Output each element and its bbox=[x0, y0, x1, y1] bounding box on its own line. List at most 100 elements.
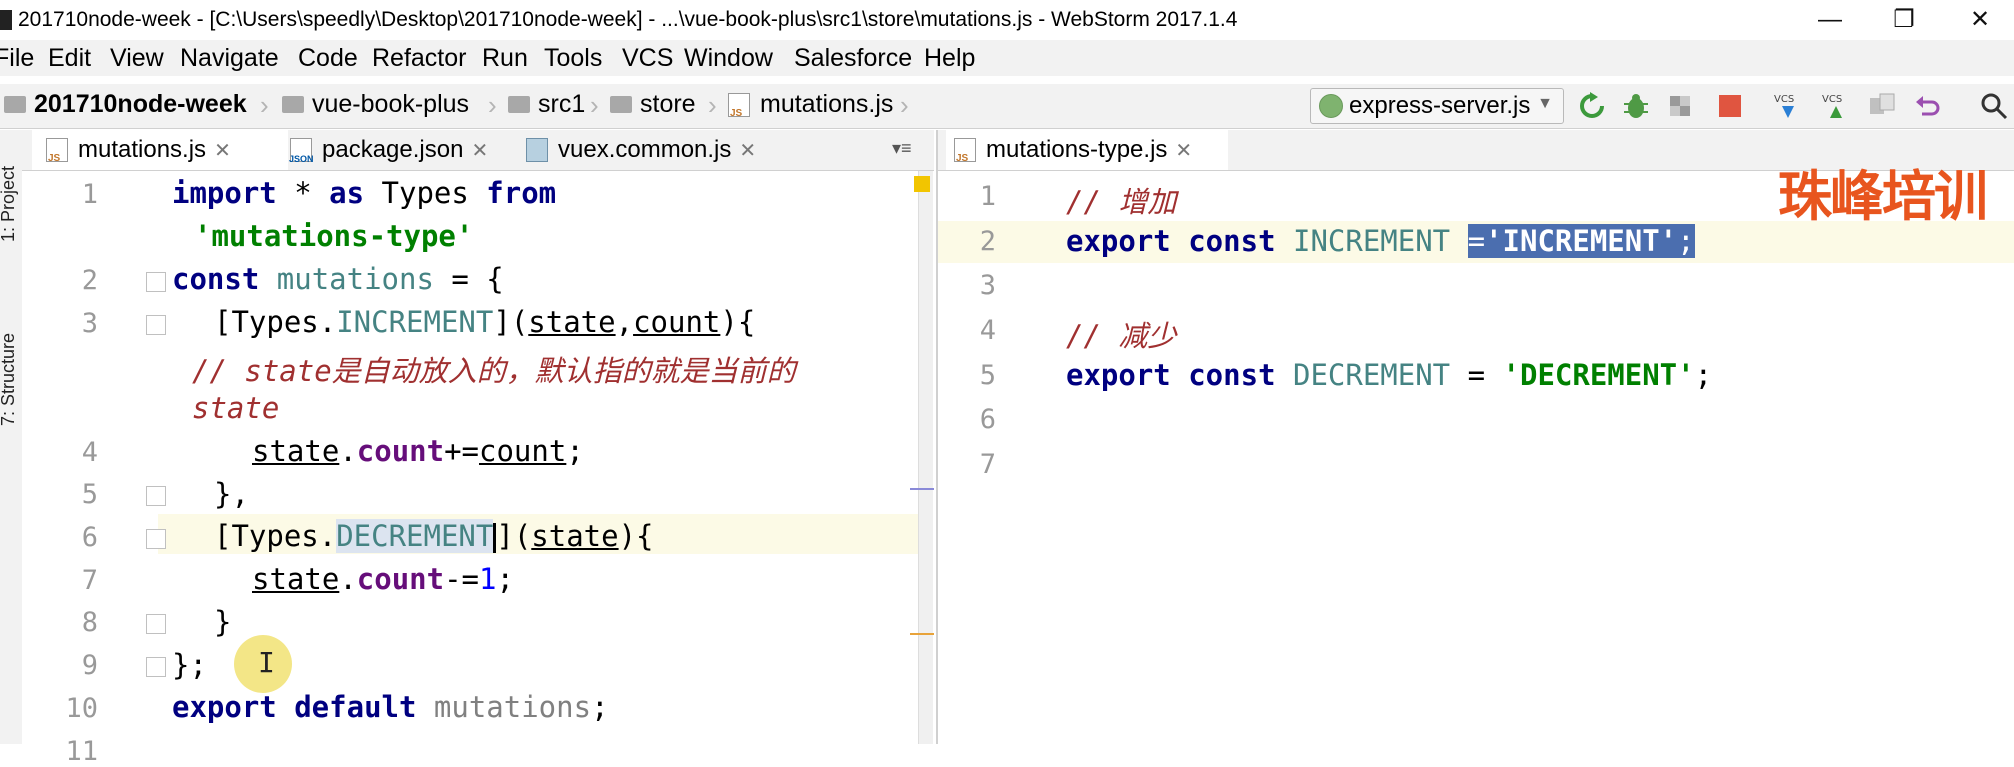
line-number: 3 bbox=[979, 270, 996, 301]
menu-navigate[interactable]: Navigate bbox=[180, 44, 279, 73]
breadcrumb-src1[interactable]: src1 bbox=[508, 90, 585, 119]
close-icon[interactable]: ✕ bbox=[739, 138, 756, 163]
search-icon[interactable] bbox=[1980, 92, 2008, 120]
tab-mutations-js[interactable]: mutations.js ✕ bbox=[32, 130, 288, 170]
line-number: 11 bbox=[65, 736, 98, 767]
fold-marker-icon[interactable] bbox=[146, 272, 166, 292]
breadcrumb-mutations-js[interactable]: mutations.js bbox=[728, 90, 893, 119]
close-icon[interactable]: ✕ bbox=[214, 138, 231, 163]
structure-panel-tab[interactable]: 7: Structure bbox=[0, 333, 19, 426]
menu-edit[interactable]: Edit bbox=[48, 44, 91, 73]
scroll-marker bbox=[910, 633, 934, 635]
line-number: 4 bbox=[81, 437, 98, 468]
js-file-icon bbox=[46, 138, 68, 164]
coverage-icon[interactable] bbox=[1666, 92, 1694, 120]
webstorm-app-icon bbox=[0, 10, 12, 30]
menu-vcs[interactable]: VCS bbox=[622, 44, 673, 73]
svg-text:VCS: VCS bbox=[1822, 94, 1842, 105]
code-line-5: export const DECREMENT = 'DECREMENT'; bbox=[1066, 358, 1713, 392]
menu-tools[interactable]: Tools bbox=[544, 44, 602, 73]
line-number: 1 bbox=[81, 179, 98, 210]
js-file-icon bbox=[728, 92, 750, 119]
fold-marker-icon[interactable] bbox=[146, 529, 166, 549]
run-configuration-label: express-server.js bbox=[1349, 92, 1531, 119]
menu-code[interactable]: Code bbox=[298, 44, 358, 73]
code-line-10: export default mutations; bbox=[172, 690, 609, 724]
left-gutter: 1 2 3 4 5 6 7 8 9 10 11 bbox=[22, 171, 166, 767]
code-line-2: export const INCREMENT ='INCREMENT'; bbox=[1066, 224, 1695, 258]
line-number: 10 bbox=[65, 693, 98, 724]
menu-bar: File Edit View Navigate Code Refactor Ru… bbox=[0, 40, 2014, 76]
svg-text:VCS: VCS bbox=[1774, 94, 1794, 105]
menu-view[interactable]: View bbox=[110, 44, 164, 73]
breadcrumb-store[interactable]: store bbox=[610, 90, 696, 119]
menu-salesforce[interactable]: Salesforce bbox=[794, 44, 912, 73]
code-line-9: }; bbox=[172, 648, 207, 682]
vcs-commit-icon[interactable]: VCS bbox=[1820, 92, 1852, 120]
line-number: 1 bbox=[979, 181, 996, 212]
folder-icon bbox=[610, 96, 632, 113]
code-line-4: // 减少 bbox=[1066, 319, 1177, 353]
vcs-update-icon[interactable]: VCS bbox=[1772, 92, 1804, 120]
code-line-1-wrapped: 'mutations-type' bbox=[194, 219, 474, 253]
folder-icon bbox=[282, 96, 304, 113]
scroll-marker bbox=[910, 488, 934, 490]
text-selection: ='INCREMENT'; bbox=[1467, 224, 1695, 258]
menu-file[interactable]: File bbox=[0, 44, 34, 73]
stop-icon[interactable] bbox=[1716, 92, 1744, 120]
code-line-3-comment-wrapped: state bbox=[192, 391, 280, 425]
fold-marker-icon[interactable] bbox=[146, 614, 166, 634]
code-line-4: state.count+=count; bbox=[252, 434, 584, 468]
library-file-icon bbox=[526, 138, 548, 162]
nodejs-icon bbox=[1319, 94, 1343, 118]
window-title: 201710node-week - [C:\Users\speedly\Desk… bbox=[18, 8, 1238, 31]
json-file-icon bbox=[289, 138, 314, 164]
folder-icon bbox=[4, 96, 26, 113]
menu-run[interactable]: Run bbox=[482, 44, 528, 73]
close-icon[interactable]: ✕ bbox=[471, 138, 488, 163]
menu-help[interactable]: Help bbox=[924, 44, 975, 73]
breadcrumb-project[interactable]: 201710node-week bbox=[4, 90, 247, 119]
code-line-3-comment: // state是自动放入的，默认指的就是当前的 bbox=[192, 354, 796, 388]
line-number: 6 bbox=[81, 522, 98, 553]
tab-vuex-common-js[interactable]: vuex.common.js ✕ bbox=[520, 130, 788, 170]
revert-icon[interactable] bbox=[1914, 92, 1942, 120]
code-line-1: // 增加 bbox=[1066, 185, 1177, 219]
chevron-right-icon: › bbox=[260, 90, 269, 120]
close-icon[interactable]: ✕ bbox=[1175, 138, 1192, 163]
code-line-5: }, bbox=[214, 477, 249, 511]
rerun-icon[interactable] bbox=[1578, 92, 1606, 120]
code-line-7: state.count-=1; bbox=[252, 562, 514, 596]
fold-marker-icon[interactable] bbox=[146, 486, 166, 506]
project-panel-tab[interactable]: 1: Project bbox=[0, 166, 19, 242]
maximize-button[interactable]: ❐ bbox=[1874, 0, 1934, 40]
code-line-1: import * as Types from bbox=[172, 176, 557, 210]
folder-icon bbox=[508, 96, 530, 113]
left-editor-tabs: mutations.js ✕ package.json ✕ vuex.commo… bbox=[22, 130, 934, 171]
menu-window[interactable]: Window bbox=[684, 44, 773, 73]
vcs-compare-icon[interactable] bbox=[1868, 92, 1896, 120]
line-number: 2 bbox=[979, 226, 996, 257]
minimize-button[interactable]: — bbox=[1800, 0, 1860, 40]
breadcrumb: 201710node-week › vue-book-plus › src1 ›… bbox=[0, 84, 2014, 129]
debug-icon[interactable] bbox=[1622, 92, 1650, 120]
menu-refactor[interactable]: Refactor bbox=[372, 44, 466, 73]
fold-marker-icon[interactable] bbox=[146, 657, 166, 677]
js-file-icon bbox=[954, 138, 976, 164]
run-configuration-dropdown[interactable]: express-server.js ▼ bbox=[1310, 88, 1564, 124]
close-button[interactable]: ✕ bbox=[1950, 0, 2010, 40]
code-line-3: [Types.INCREMENT](state,count){ bbox=[214, 305, 756, 339]
inspection-status-icon[interactable] bbox=[914, 176, 930, 192]
tab-mutations-type-js[interactable]: mutations-type.js ✕ bbox=[946, 130, 1228, 170]
tool-window-stripe: 1: Project 7: Structure bbox=[0, 130, 23, 744]
line-number: 6 bbox=[979, 404, 996, 435]
tab-list-icon[interactable]: ▾≡ bbox=[892, 138, 912, 159]
tab-package-json[interactable]: package.json ✕ bbox=[284, 130, 516, 170]
right-gutter: 1 2 3 4 5 6 7 bbox=[938, 171, 1048, 744]
chevron-right-icon: › bbox=[900, 90, 909, 120]
left-editor-scrollbar[interactable] bbox=[918, 171, 933, 744]
line-number: 3 bbox=[81, 308, 98, 339]
fold-marker-icon[interactable] bbox=[146, 315, 166, 335]
code-line-6: [Types.DECREMENT](state){ bbox=[214, 519, 654, 553]
breadcrumb-vue-book-plus[interactable]: vue-book-plus bbox=[282, 90, 469, 119]
